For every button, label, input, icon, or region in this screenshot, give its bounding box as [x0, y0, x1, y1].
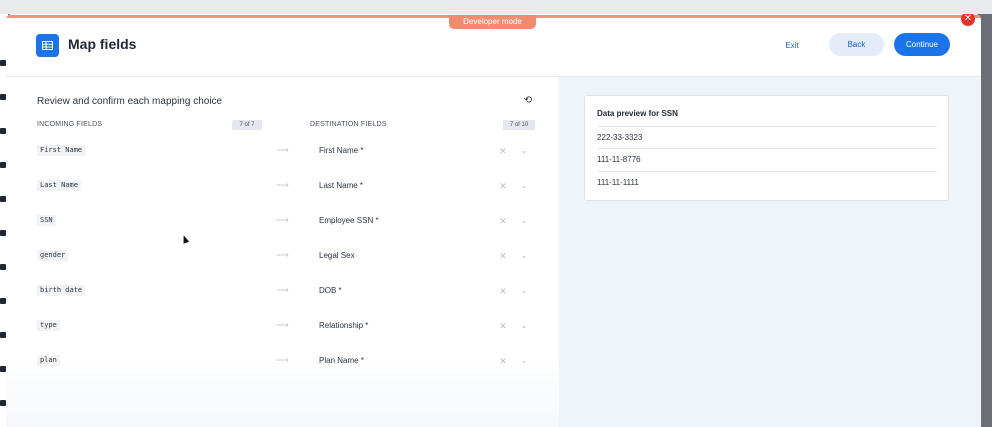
arrow-right-icon: ⟶ [276, 145, 289, 155]
background-app-bar [0, 0, 992, 14]
preview-value: 111-11-8776 [597, 155, 641, 164]
preview-value: 222-33-3323 [597, 133, 643, 142]
divider [597, 126, 937, 127]
mapping-row: SSN ⟶ Employee SSN * ✕ ⌄ [6, 209, 559, 233]
arrow-right-icon: ⟶ [276, 320, 289, 330]
clear-icon[interactable]: ✕ [498, 249, 508, 263]
clear-icon[interactable]: ✕ [498, 214, 508, 228]
incoming-count-badge: 7 of 7 [232, 120, 262, 130]
incoming-field: gender [37, 250, 69, 261]
clear-icon[interactable]: ✕ [498, 284, 508, 298]
incoming-fields-header: INCOMING FIELDS [37, 121, 103, 128]
chevron-down-icon[interactable]: ⌄ [518, 214, 530, 228]
destination-field-select[interactable]: Employee SSN * [319, 214, 379, 228]
table-icon [36, 34, 59, 57]
mapping-row: type ⟶ Relationship * ✕ ⌄ [6, 314, 559, 338]
modal-header: Map fields Exit Back Continue [6, 22, 981, 77]
preview-title: Data preview for SSN [597, 109, 678, 118]
destination-count-badge: 7 of 10 [503, 120, 535, 130]
incoming-field: birth date [37, 285, 86, 296]
page-title: Map fields [68, 36, 137, 52]
data-preview-card: Data preview for SSN 222-33-3323 111-11-… [584, 95, 949, 201]
chevron-down-icon[interactable]: ⌄ [518, 144, 530, 158]
chevron-down-icon[interactable]: ⌄ [518, 249, 530, 263]
arrow-right-icon: ⟶ [276, 355, 289, 365]
arrow-right-icon: ⟶ [276, 250, 289, 260]
chevron-down-icon[interactable]: ⌄ [518, 284, 530, 298]
destination-field-select[interactable]: Last Name * [319, 179, 363, 193]
destination-field-select[interactable]: First Name * [319, 144, 363, 158]
destination-field-select[interactable]: Relationship * [319, 319, 368, 333]
mapping-row: plan ⟶ Plan Name * ✕ ⌄ [6, 349, 559, 373]
clear-icon[interactable]: ✕ [498, 319, 508, 333]
reset-icon[interactable]: ⟲ [522, 95, 534, 107]
exit-button[interactable]: Exit [777, 35, 807, 57]
clear-icon[interactable]: ✕ [498, 179, 508, 193]
mapping-row: Last Name ⟶ Last Name * ✕ ⌄ [6, 174, 559, 198]
destination-field-select[interactable]: Legal Sex [319, 249, 355, 263]
destination-field-select[interactable]: Plan Name * [319, 354, 364, 368]
mapping-row: gender ⟶ Legal Sex ✕ ⌄ [6, 244, 559, 268]
back-button[interactable]: Back [829, 33, 884, 56]
chevron-down-icon[interactable]: ⌄ [518, 319, 530, 333]
mapping-row: birth date ⟶ DOB * ✕ ⌄ [6, 279, 559, 303]
chevron-down-icon[interactable]: ⌄ [518, 354, 530, 368]
incoming-field: First Name [37, 145, 86, 156]
divider [597, 148, 937, 149]
arrow-right-icon: ⟶ [276, 285, 289, 295]
continue-button[interactable]: Continue [894, 33, 950, 56]
mapping-pane: Review and confirm each mapping choice ⟲… [6, 77, 559, 427]
arrow-right-icon: ⟶ [276, 180, 289, 190]
destination-fields-header: DESTINATION FIELDS [310, 121, 387, 128]
arrow-right-icon: ⟶ [276, 215, 289, 225]
map-fields-modal: Developer mode Map fields Exit Back Cont… [6, 14, 981, 427]
incoming-field: type [37, 320, 60, 331]
incoming-field: Last Name [37, 180, 81, 191]
preview-value: 111-11-1111 [597, 178, 639, 187]
chevron-down-icon[interactable]: ⌄ [518, 179, 530, 193]
incoming-field: plan [37, 355, 60, 366]
clear-icon[interactable]: ✕ [498, 144, 508, 158]
divider [597, 171, 937, 172]
section-title: Review and confirm each mapping choice [37, 96, 223, 107]
preview-pane: Data preview for SSN 222-33-3323 111-11-… [559, 77, 981, 427]
incoming-field: SSN [37, 215, 56, 226]
destination-field-select[interactable]: DOB * [319, 284, 342, 298]
mapping-row: First Name ⟶ First Name * ✕ ⌄ [6, 139, 559, 163]
clear-icon[interactable]: ✕ [498, 354, 508, 368]
